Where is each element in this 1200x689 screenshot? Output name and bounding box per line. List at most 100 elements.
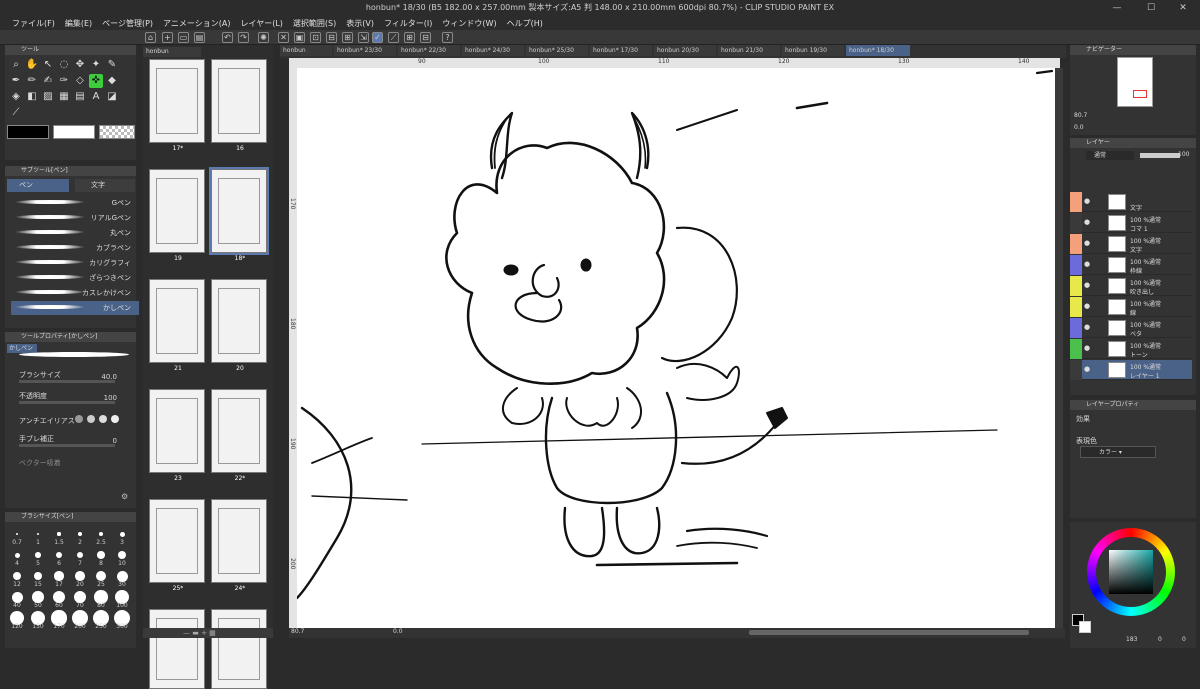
brush-size-dot[interactable] [116, 570, 128, 582]
sub-color-chip[interactable] [1079, 621, 1091, 633]
text-icon[interactable]: A [89, 90, 103, 104]
tab-5[interactable]: honbun* 17/30 [590, 45, 652, 56]
horizontal-scrollbar[interactable] [749, 630, 1029, 635]
eye-icon[interactable]: ● [1084, 197, 1090, 205]
page-thumbnail[interactable] [149, 609, 205, 689]
eye-icon[interactable]: ● [1084, 323, 1090, 331]
menu-filter[interactable]: フィルター(I) [384, 18, 432, 29]
ruler-icon[interactable]: ⟋ [388, 32, 399, 43]
layer-row[interactable]: ● 100 %通常 トーン [1070, 339, 1192, 359]
antialias-none-icon[interactable] [75, 415, 83, 423]
blend-icon[interactable]: ◆ [105, 74, 119, 88]
settings-icon[interactable]: ⚙ [121, 492, 128, 501]
menu-page[interactable]: ページ管理(P) [102, 18, 153, 29]
brush-real-g-pen[interactable]: リアルGペン [11, 211, 139, 225]
layer-row[interactable]: ● 100 %通常 レイヤー 1 [1070, 360, 1192, 380]
menu-help[interactable]: ヘルプ(H) [507, 18, 543, 29]
eyedropper-icon[interactable]: ✎ [105, 58, 119, 72]
brush-size-dot[interactable] [36, 532, 40, 536]
pencil-icon[interactable]: ✏ [25, 74, 39, 88]
figure-icon[interactable]: ▨ [41, 90, 55, 104]
hand-icon[interactable]: ✋ [25, 58, 39, 72]
layer-row[interactable]: ● 100 %通常 吹き出し [1070, 276, 1192, 296]
balloon-icon[interactable]: ◪ [105, 90, 119, 104]
brush-size-dot[interactable] [33, 571, 43, 581]
tab-7[interactable]: honbun 21/30 [718, 45, 780, 56]
save-icon[interactable]: ▤ [194, 32, 205, 43]
page-thumbnail[interactable] [211, 279, 267, 363]
antialias-weak-icon[interactable] [87, 415, 95, 423]
lasso-icon[interactable]: ✦ [89, 58, 103, 72]
layer-row[interactable]: ● 文字 [1070, 192, 1192, 212]
page-thumbnail[interactable] [149, 499, 205, 583]
operation-icon[interactable]: ↖ [41, 58, 55, 72]
stabilization-value[interactable]: 0 [93, 437, 117, 445]
page-zoom-controls[interactable]: — ▬ + ▦ [143, 628, 273, 638]
pen-icon[interactable]: ✒ [9, 74, 23, 88]
saturation-square[interactable] [1109, 550, 1153, 594]
brush-size-dot[interactable] [119, 531, 125, 537]
opacity-value[interactable]: 100 [93, 394, 117, 402]
home-icon[interactable]: ⌂ [145, 32, 156, 43]
antialias-strong-icon[interactable] [111, 415, 119, 423]
brush-size-dot[interactable] [11, 591, 23, 603]
page-thumbnail[interactable] [211, 389, 267, 473]
page-thumbnail[interactable] [149, 279, 205, 363]
eye-icon[interactable]: ● [1084, 302, 1090, 310]
airbrush-icon[interactable]: ✑ [57, 74, 71, 88]
eye-icon[interactable]: ● [1084, 218, 1090, 226]
brush-g-pen[interactable]: Gペン [11, 196, 139, 210]
subtool-group-text[interactable]: 文字 [75, 179, 135, 192]
color-value-1[interactable]: 183 [1126, 636, 1137, 643]
menu-layer[interactable]: レイヤー(L) [240, 18, 282, 29]
help-icon[interactable]: ? [442, 32, 453, 43]
brush-size-dot[interactable] [35, 552, 41, 558]
menu-window[interactable]: ウィンドウ(W) [442, 18, 496, 29]
page-thumbnail[interactable] [149, 59, 205, 143]
clear-icon[interactable]: ✕ [278, 32, 289, 43]
tab-0[interactable]: honbun [280, 45, 332, 56]
brush-kasure-pen[interactable]: カスレかけペン [11, 286, 139, 300]
menu-selection[interactable]: 選択範囲(S) [293, 18, 336, 29]
snap-icon[interactable]: ✓ [372, 32, 383, 43]
brush-size-dot[interactable] [78, 532, 82, 536]
vertical-scrollbar[interactable] [1055, 68, 1063, 628]
fill-tool-icon[interactable]: ◈ [9, 90, 23, 104]
brush-size-dot[interactable] [54, 571, 64, 581]
page-tab[interactable]: honbun [143, 47, 201, 57]
navigator-preview[interactable] [1117, 57, 1153, 107]
tab-8[interactable]: honbun 19/30 [782, 45, 844, 56]
menu-file[interactable]: ファイル(F) [12, 18, 55, 29]
eraser-icon[interactable]: ✜ [89, 74, 103, 88]
fill-icon[interactable]: ▣ [294, 32, 305, 43]
brush-size-dot[interactable] [55, 551, 63, 559]
navigator-view-rect[interactable] [1133, 90, 1147, 98]
decoration-icon[interactable]: ◇ [73, 74, 87, 88]
correct-line-icon[interactable]: ⟋ [9, 106, 23, 120]
expression-color-select[interactable]: カラー ▾ [1080, 446, 1156, 458]
layer-row[interactable]: ● 100 %通常 ベタ [1070, 318, 1192, 338]
zoom-icon[interactable]: ⌕ [9, 58, 23, 72]
eye-icon[interactable]: ● [1084, 365, 1090, 373]
tab-6[interactable]: honbun 20/30 [654, 45, 716, 56]
transparent-swatch[interactable] [99, 125, 135, 139]
brush-size-dot[interactable] [13, 572, 21, 580]
brush-size-dot[interactable] [95, 570, 107, 582]
brush-kabura-pen[interactable]: カブラペン [11, 241, 139, 255]
canvas[interactable] [297, 68, 1055, 628]
guide-icon[interactable]: ⊟ [420, 32, 431, 43]
status-angle[interactable]: 0.0 [393, 628, 403, 635]
brush-size-dot[interactable] [76, 551, 84, 559]
page-thumbnail[interactable] [149, 169, 205, 253]
brush-size-value[interactable]: 40.0 [93, 373, 117, 381]
layer-opacity-value[interactable]: 100 [1178, 151, 1189, 158]
invert-icon[interactable]: ⊟ [326, 32, 337, 43]
minimize-button[interactable]: — [1100, 0, 1134, 16]
loading-icon[interactable]: ✺ [258, 32, 269, 43]
undo-icon[interactable]: ↶ [222, 32, 233, 43]
page-thumbnail[interactable] [211, 499, 267, 583]
layer-row[interactable]: ● 100 %通常線 [1070, 297, 1192, 317]
antialias-mid-icon[interactable] [99, 415, 107, 423]
maximize-button[interactable]: ☐ [1134, 0, 1168, 16]
page-thumbnail[interactable] [149, 389, 205, 473]
